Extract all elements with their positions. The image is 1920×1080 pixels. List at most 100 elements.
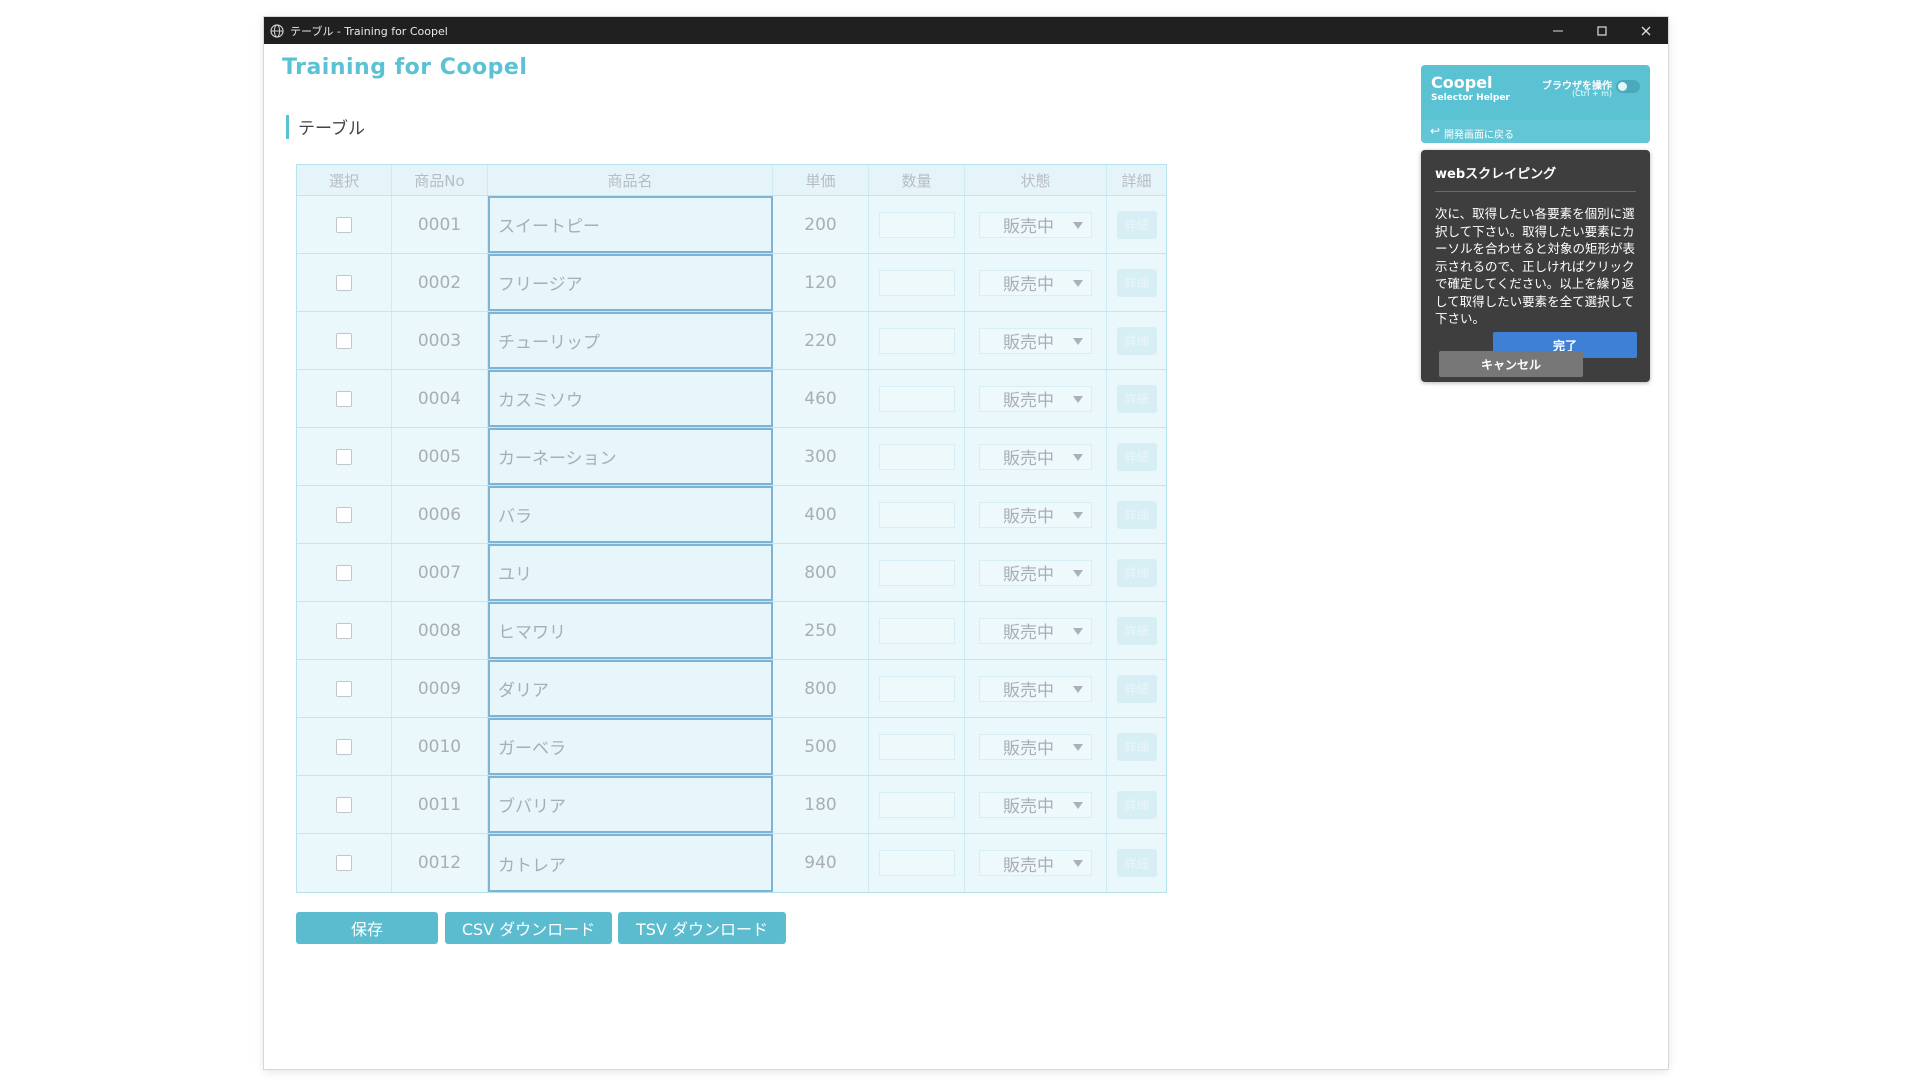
price-cell: 800 — [773, 660, 869, 717]
maximize-button[interactable] — [1580, 17, 1624, 44]
status-value: 販売中 — [1003, 449, 1054, 469]
quantity-cell — [869, 834, 965, 892]
status-select[interactable]: 販売中 — [979, 850, 1092, 876]
save-button[interactable]: 保存 — [296, 912, 438, 944]
row-checkbox[interactable] — [336, 680, 352, 697]
detail-button[interactable]: 詳細 — [1116, 500, 1157, 529]
quantity-input[interactable] — [878, 385, 955, 412]
price-cell: 300 — [773, 428, 869, 485]
minimize-button[interactable] — [1536, 17, 1580, 44]
caret-down-icon — [1073, 801, 1083, 809]
product-no-cell: 0006 — [392, 486, 488, 543]
product-no-cell: 0011 — [392, 776, 488, 833]
price: 940 — [804, 853, 837, 873]
product-name: スイートピー — [498, 217, 600, 237]
detail-button[interactable]: 詳細 — [1116, 849, 1157, 877]
quantity-input[interactable] — [878, 269, 955, 296]
detail-button[interactable]: 詳細 — [1116, 732, 1157, 761]
detail-button[interactable]: 詳細 — [1116, 326, 1157, 355]
row-checkbox[interactable] — [336, 390, 352, 407]
tsv-download-button[interactable]: TSV ダウンロード — [618, 912, 786, 944]
detail-button[interactable]: 詳細 — [1116, 442, 1157, 471]
status-select[interactable]: 販売中 — [979, 385, 1092, 412]
select-cell — [297, 196, 392, 253]
product-no-cell: 0005 — [392, 428, 488, 485]
detail-button[interactable]: 詳細 — [1116, 558, 1157, 587]
status-select[interactable]: 販売中 — [979, 211, 1092, 238]
selector-helper-widget: Coopel Selector Helper ブラウザを操作 (Ctrl + m… — [1421, 65, 1650, 143]
quantity-input[interactable] — [878, 559, 955, 586]
quantity-input[interactable] — [878, 443, 955, 470]
detail-button[interactable]: 詳細 — [1116, 616, 1157, 645]
caret-down-icon — [1073, 743, 1083, 751]
quantity-input[interactable] — [878, 850, 955, 876]
app-title: Training for Coopel — [282, 55, 528, 80]
product-name: カトレア — [498, 855, 566, 876]
status-select[interactable]: 販売中 — [979, 617, 1092, 644]
quantity-input[interactable] — [878, 733, 955, 760]
status-select[interactable]: 販売中 — [979, 559, 1092, 586]
quantity-input[interactable] — [878, 675, 955, 702]
price: 300 — [804, 446, 837, 467]
product-name-cell: スイートピー — [488, 196, 773, 253]
header-select: 選択 — [297, 165, 392, 195]
detail-button[interactable]: 詳細 — [1116, 384, 1157, 413]
row-checkbox[interactable] — [336, 216, 352, 233]
scraping-instruction-panel: webスクレイピング 次に、取得したい各要素を個別に選択して下さい。取得したい要… — [1421, 150, 1650, 382]
product-name-cell: カトレア — [488, 834, 773, 892]
browser-operate-toggle[interactable] — [1616, 80, 1640, 93]
back-to-dev-link[interactable]: ↩ 開発画面に戻る — [1421, 120, 1650, 143]
detail-cell: 詳細 — [1107, 428, 1166, 485]
cancel-button[interactable]: キャンセル — [1439, 351, 1583, 377]
csv-download-button[interactable]: CSV ダウンロード — [445, 912, 612, 944]
price-cell: 400 — [773, 486, 869, 543]
status-cell: 販売中 — [965, 428, 1107, 485]
row-checkbox[interactable] — [336, 564, 352, 581]
price-cell: 120 — [773, 254, 869, 311]
quantity-cell — [869, 370, 965, 427]
row-checkbox[interactable] — [336, 448, 352, 465]
detail-button[interactable]: 詳細 — [1116, 790, 1157, 819]
product-name: チューリップ — [498, 333, 600, 353]
row-checkbox[interactable] — [336, 855, 352, 871]
row-checkbox[interactable] — [336, 796, 352, 813]
minimize-icon — [1553, 30, 1563, 31]
price: 800 — [804, 562, 837, 583]
quantity-input[interactable] — [878, 327, 955, 354]
product-no-cell: 0012 — [392, 834, 488, 892]
status-cell: 販売中 — [965, 660, 1107, 717]
row-checkbox[interactable] — [336, 274, 352, 291]
row-checkbox[interactable] — [336, 738, 352, 755]
status-select[interactable]: 販売中 — [979, 443, 1092, 470]
status-value: 販売中 — [1003, 275, 1054, 295]
header-product-name: 商品名 — [488, 165, 773, 195]
row-checkbox[interactable] — [336, 506, 352, 523]
quantity-input[interactable] — [878, 211, 955, 238]
status-select[interactable]: 販売中 — [979, 501, 1092, 528]
detail-cell: 詳細 — [1107, 312, 1166, 369]
quantity-cell — [869, 602, 965, 659]
detail-cell: 詳細 — [1107, 834, 1166, 892]
quantity-input[interactable] — [878, 617, 955, 644]
row-checkbox[interactable] — [336, 332, 352, 349]
quantity-cell — [869, 776, 965, 833]
close-button[interactable] — [1624, 17, 1668, 44]
status-select[interactable]: 販売中 — [979, 675, 1092, 702]
status-select[interactable]: 販売中 — [979, 269, 1092, 296]
product-no-cell: 0008 — [392, 602, 488, 659]
quantity-input[interactable] — [878, 791, 955, 818]
detail-button[interactable]: 詳細 — [1116, 674, 1157, 703]
detail-label: 詳細 — [1124, 334, 1149, 348]
status-select[interactable]: 販売中 — [979, 327, 1092, 354]
price: 800 — [804, 678, 837, 699]
row-checkbox[interactable] — [336, 622, 352, 639]
detail-button[interactable]: 詳細 — [1116, 210, 1157, 239]
product-no: 0001 — [417, 214, 462, 235]
table-row: 0001 スイートピー 200 販売中 詳細 — [297, 196, 1166, 254]
detail-button[interactable]: 詳細 — [1116, 268, 1157, 297]
price: 200 — [804, 214, 837, 235]
helper-subtitle: Selector Helper — [1431, 93, 1510, 103]
status-select[interactable]: 販売中 — [979, 791, 1092, 818]
quantity-input[interactable] — [878, 501, 955, 528]
status-select[interactable]: 販売中 — [979, 733, 1092, 760]
